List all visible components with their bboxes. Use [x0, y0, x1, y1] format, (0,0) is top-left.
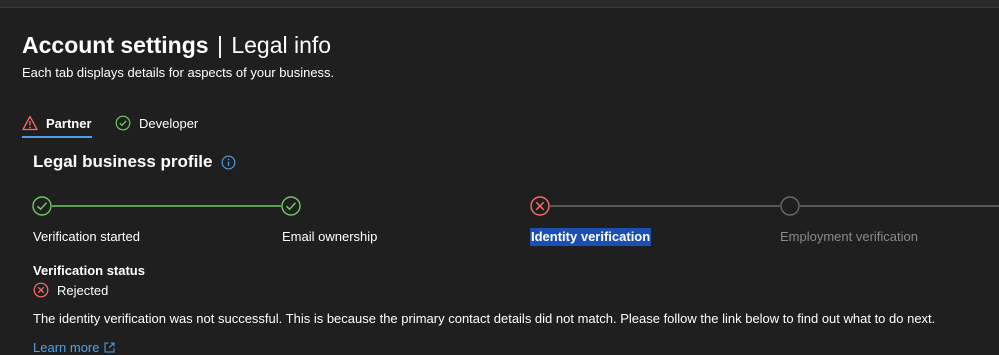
learn-more-link[interactable]: Learn more	[33, 340, 116, 355]
step-2-check-icon	[281, 196, 301, 216]
verification-status: Rejected	[33, 282, 108, 298]
step-1-label: Verification started	[33, 229, 140, 244]
error-circle-icon	[33, 282, 49, 298]
page-title-sub: Legal info	[231, 32, 332, 58]
step-4-label: Employment verification	[780, 229, 918, 244]
verification-message: The identity verification was not succes…	[33, 311, 936, 326]
step-3-error-icon	[530, 196, 550, 216]
verification-progress: Verification started Email ownership Ide…	[0, 190, 999, 250]
active-tab-indicator	[22, 136, 92, 138]
step-2-label: Email ownership	[282, 229, 378, 244]
learn-more-label: Learn more	[33, 340, 100, 355]
page-title-main: Account settings	[22, 32, 209, 58]
section-title-label: Legal business profile	[33, 152, 213, 171]
verification-status-value: Rejected	[57, 282, 109, 298]
page-title-separator: |	[216, 32, 223, 58]
warning-icon	[22, 115, 38, 131]
step-3-label: Identity verification	[530, 228, 652, 246]
check-circle-icon	[115, 115, 131, 131]
page-title: Account settings | Legal info	[22, 30, 331, 60]
external-link-icon	[104, 342, 115, 353]
top-bar	[0, 0, 999, 8]
tab-developer-label: Developer	[139, 115, 199, 131]
tab-developer[interactable]: Developer	[115, 108, 198, 138]
verification-status-heading: Verification status	[33, 263, 145, 278]
page-subtitle: Each tab displays details for aspects of…	[22, 65, 335, 80]
step-1-check-icon	[32, 196, 52, 216]
info-icon[interactable]	[221, 155, 236, 170]
section-title: Legal business profile	[33, 152, 236, 172]
step-4-pending-icon	[780, 196, 800, 216]
progress-track	[32, 196, 999, 216]
tab-partner-label: Partner	[46, 115, 92, 131]
tab-partner[interactable]: Partner	[22, 108, 92, 138]
